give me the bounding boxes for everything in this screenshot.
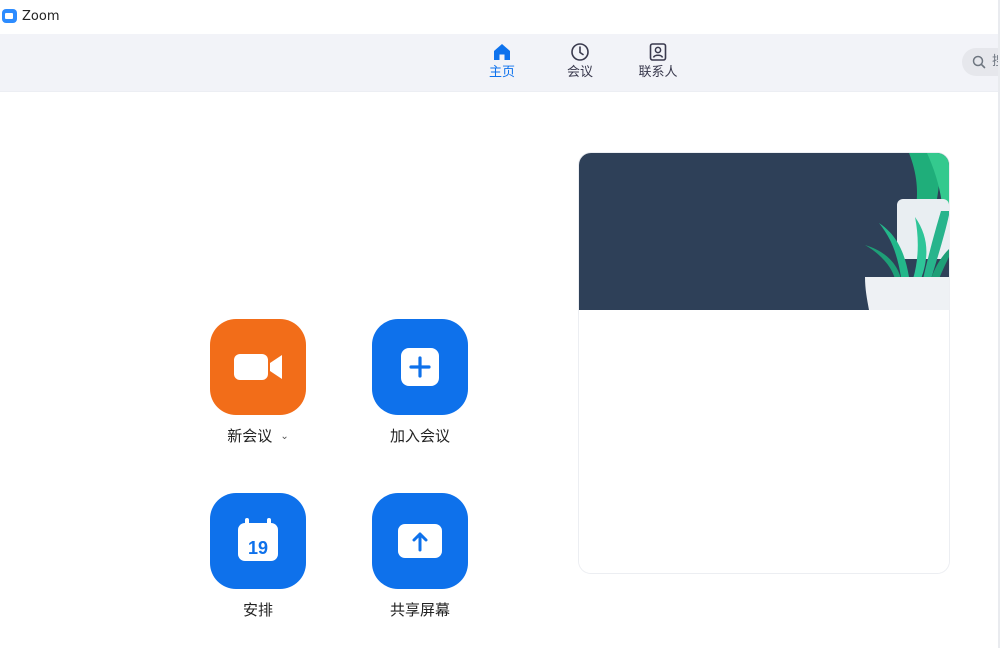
tab-contacts-label: 联系人 xyxy=(638,65,678,80)
zoom-window: Zoom 主页 会议 联系人 搜 新会议 ⌄ 加入会议 19 安排 共享屏幕 xyxy=(0,0,1000,648)
tab-meetings-label: 会议 xyxy=(566,65,593,80)
app-title: Zoom xyxy=(22,9,60,24)
calendar-day: 19 xyxy=(248,538,268,558)
schedule-button[interactable]: 19 xyxy=(210,493,306,589)
upload-arrow-icon xyxy=(398,524,442,558)
plus-icon xyxy=(401,348,439,386)
calendar-icon: 19 xyxy=(238,518,278,561)
share-screen-label: 共享屏幕 xyxy=(389,601,450,619)
zoom-logo-icon xyxy=(2,9,17,23)
schedule-label: 安排 xyxy=(242,601,273,619)
share-screen-action: 共享屏幕 xyxy=(360,493,480,619)
tab-home-label: 主页 xyxy=(488,65,515,80)
tab-meetings[interactable]: 会议 xyxy=(550,42,610,86)
schedule-action: 19 安排 xyxy=(198,493,318,619)
home-icon xyxy=(494,44,510,60)
calendar-card xyxy=(579,153,949,573)
new-meeting-action: 新会议 ⌄ xyxy=(198,319,318,446)
tab-contacts[interactable]: 联系人 xyxy=(628,42,688,86)
search-input[interactable]: 搜 xyxy=(962,48,1000,76)
top-nav-bar: 主页 会议 联系人 搜 xyxy=(0,34,1000,92)
clock-icon xyxy=(571,43,589,61)
tab-home[interactable]: 主页 xyxy=(472,42,532,86)
new-meeting-label: 新会议 xyxy=(227,427,273,445)
join-meeting-action: 加入会议 xyxy=(360,319,480,445)
video-camera-icon xyxy=(234,354,282,380)
plant-illustration xyxy=(865,153,949,310)
title-bar: Zoom xyxy=(0,0,1000,34)
card-banner xyxy=(579,153,949,310)
join-meeting-label: 加入会议 xyxy=(389,427,450,445)
chevron-down-icon[interactable]: ⌄ xyxy=(280,428,288,446)
contact-icon xyxy=(649,43,667,61)
share-screen-button[interactable] xyxy=(372,493,468,589)
new-meeting-button[interactable] xyxy=(210,319,306,415)
search-icon xyxy=(972,55,986,69)
join-meeting-button[interactable] xyxy=(372,319,468,415)
card-body xyxy=(579,310,949,573)
